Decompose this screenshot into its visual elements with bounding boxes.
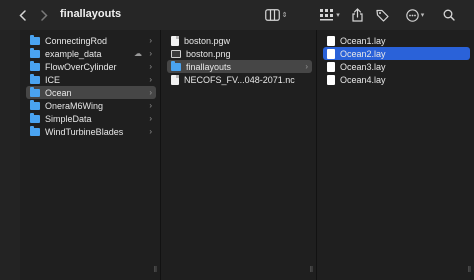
- list-item-label: OneraM6Wing: [45, 100, 104, 111]
- list-item-label: FlowOverCylinder: [45, 61, 117, 72]
- list-item[interactable]: example_data ☁ ›: [26, 47, 156, 60]
- list-item-label: Ocean4.lay: [340, 74, 386, 85]
- group-button[interactable]: ▾: [316, 7, 344, 23]
- chevron-right-icon: ›: [149, 114, 152, 123]
- image-icon: [171, 49, 181, 58]
- chevron-right-icon: [40, 9, 48, 21]
- sidebar-edge: [0, 30, 21, 280]
- list-item-label: ConnectingRod: [45, 35, 108, 46]
- file-icon: [171, 35, 179, 46]
- chevron-right-icon: ›: [305, 62, 308, 71]
- list-item-label: Ocean2.lay: [340, 48, 386, 59]
- column-3[interactable]: Ocean1.lay Ocean2.lay Ocean3.lay Ocean4.lay…: [317, 30, 474, 280]
- folder-icon: [30, 60, 40, 71]
- column-resize-handle[interactable]: ‖: [310, 265, 313, 274]
- column-1-list: ConnectingRod › example_data ☁ › FlowOverCyli…: [26, 34, 156, 138]
- folder-icon: [30, 112, 40, 123]
- list-item-label: NECOFS_FV...048-2071.nc: [184, 74, 295, 85]
- chevron-down-icon: ▾: [420, 12, 425, 19]
- cloud-download-icon[interactable]: ☁: [134, 49, 142, 58]
- folder-icon: [30, 86, 40, 97]
- list-item-label: boston.pgw: [184, 35, 231, 46]
- list-item-label: Ocean1.lay: [340, 35, 386, 46]
- chevron-right-icon: ›: [149, 62, 152, 71]
- toolbar: finallayouts ⇕ ▾ ▾: [0, 0, 474, 31]
- list-item-label: SimpleData: [45, 113, 92, 124]
- list-item-label: Ocean3.lay: [340, 61, 386, 72]
- column-resize-handle[interactable]: ‖: [468, 265, 471, 274]
- list-item[interactable]: boston.png: [167, 47, 312, 60]
- folder-icon: [30, 47, 40, 58]
- chevron-updown-icon: ⇕: [281, 12, 288, 19]
- chevron-right-icon: ›: [149, 75, 152, 84]
- list-item[interactable]: Ocean1.lay: [323, 34, 470, 47]
- share-button[interactable]: [350, 7, 364, 23]
- lay-file-icon: [327, 48, 335, 59]
- chevron-down-icon: ▾: [336, 12, 340, 19]
- list-item-label: ICE: [45, 74, 61, 85]
- more-actions-button[interactable]: ▾: [402, 7, 428, 23]
- column-2-list: boston.pgw boston.png finallayouts › NECOFS_…: [167, 34, 312, 86]
- search-icon: [443, 9, 455, 21]
- list-item[interactable]: ConnectingRod ›: [26, 34, 156, 47]
- list-item-label: example_data: [45, 48, 102, 59]
- list-item[interactable]: NECOFS_FV...048-2071.nc: [167, 73, 312, 86]
- list-item[interactable]: Ocean2.lay: [323, 47, 470, 60]
- list-item-label: boston.png: [186, 48, 231, 59]
- list-item[interactable]: boston.pgw: [167, 34, 312, 47]
- column-1[interactable]: ConnectingRod › example_data ☁ › FlowOverCyli…: [20, 30, 161, 280]
- list-item[interactable]: Ocean4.lay: [323, 73, 470, 86]
- lay-file-icon: [327, 35, 335, 46]
- window-title: finallayouts: [60, 8, 122, 20]
- search-button[interactable]: [442, 7, 456, 23]
- folder-icon: [30, 99, 40, 110]
- chevron-left-icon: [18, 9, 26, 21]
- list-item-label: Ocean: [45, 87, 72, 98]
- forward-button[interactable]: [38, 7, 50, 23]
- list-item[interactable]: Ocean3.lay: [323, 60, 470, 73]
- folder-icon: [30, 125, 40, 136]
- list-item[interactable]: FlowOverCylinder ›: [26, 60, 156, 73]
- chevron-right-icon: ›: [149, 49, 152, 58]
- list-item[interactable]: OneraM6Wing ›: [26, 99, 156, 112]
- chevron-right-icon: ›: [149, 88, 152, 97]
- chevron-right-icon: ›: [149, 101, 152, 110]
- column-view-icon: [264, 9, 280, 21]
- list-item[interactable]: finallayouts ›: [167, 60, 312, 73]
- chevron-right-icon: ›: [149, 127, 152, 136]
- list-item[interactable]: Ocean ›: [26, 86, 156, 99]
- share-icon: [351, 8, 363, 22]
- lay-file-icon: [327, 74, 335, 85]
- lay-file-icon: [327, 61, 335, 72]
- folder-icon: [30, 34, 40, 45]
- list-item[interactable]: ICE ›: [26, 73, 156, 86]
- ellipsis-circle-icon: [405, 8, 419, 22]
- back-button[interactable]: [16, 7, 28, 23]
- finder-window: ConnectingRod › example_data ☁ › FlowOverCyli…: [0, 30, 474, 280]
- tag-button[interactable]: [375, 7, 389, 23]
- list-item[interactable]: WindTurbineBlades ›: [26, 125, 156, 138]
- view-mode-button[interactable]: ⇕: [262, 7, 290, 23]
- folder-icon: [171, 60, 181, 71]
- column-resize-handle[interactable]: ‖: [154, 265, 157, 274]
- list-item-label: finallayouts: [186, 61, 232, 72]
- grid-group-icon: [320, 9, 334, 21]
- list-item[interactable]: SimpleData ›: [26, 112, 156, 125]
- column-2[interactable]: boston.pgw boston.png finallayouts › NECOFS_…: [161, 30, 317, 280]
- chevron-right-icon: ›: [149, 36, 152, 45]
- file-icon: [171, 74, 179, 85]
- column-3-list: Ocean1.lay Ocean2.lay Ocean3.lay Ocean4.lay: [323, 34, 470, 86]
- list-item-label: WindTurbineBlades: [45, 126, 124, 137]
- tag-icon: [375, 9, 389, 22]
- folder-icon: [30, 73, 40, 84]
